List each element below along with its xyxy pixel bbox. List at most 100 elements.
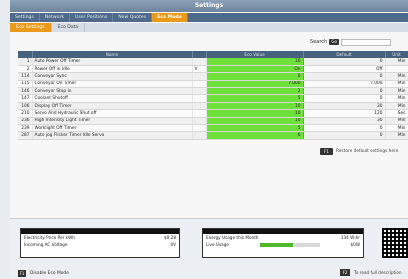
tab-settings[interactable]: Settings (10, 13, 40, 22)
qr-code-image (382, 228, 408, 258)
window-title: Settings (10, 0, 408, 12)
subtab-eco-settings[interactable]: Eco Settings (10, 23, 52, 32)
row-value-cell[interactable]: 5 (206, 124, 304, 133)
row-default: 7.000 (303, 80, 386, 89)
electricity-price-label: Electricity Price Per kWh (24, 235, 75, 240)
row-flag (192, 102, 207, 111)
table-header-row: Name Eco Value Default Unit (18, 51, 408, 58)
table-row[interactable]: 146 Conveyor Stop In 2 0 Min (18, 87, 408, 96)
row-id: 2 (18, 65, 33, 74)
table-row[interactable]: 1 Auto Power Off Timer 10 0 Min (18, 58, 408, 66)
column-header: Default (303, 51, 386, 58)
row-id: 239 (18, 124, 33, 133)
row-default: 120 (303, 109, 386, 118)
restore-defaults-row: F1 Restore default settings here (320, 148, 398, 155)
row-unit: Min (385, 102, 408, 111)
row-unit: Min (385, 80, 408, 89)
disable-eco-button[interactable]: F1 (18, 269, 26, 277)
row-unit: Min (385, 58, 408, 66)
row-flag (192, 131, 207, 140)
row-unit: Min (385, 124, 408, 133)
help-label: To read full description (354, 270, 402, 275)
row-id: 210 (18, 109, 33, 118)
row-id: 115 (18, 80, 33, 89)
energy-usage-value: 134 W-hr (340, 235, 360, 240)
row-flag: V (192, 65, 207, 74)
tab-user-positions[interactable]: User Positions (70, 13, 114, 22)
row-default: 0 (303, 131, 386, 140)
table-row[interactable]: 210 Servo And Hydraulic Shut off 10 120 Sec (18, 109, 408, 118)
row-value-cell[interactable]: 0 (206, 72, 304, 81)
row-value-cell[interactable]: 10 (206, 58, 304, 66)
row-default: 0 (303, 124, 386, 133)
row-name: Conveyor Stop In (32, 87, 193, 96)
row-value-cell[interactable]: 5 (206, 94, 304, 103)
row-name: Servo And Hydraulic Shut off (32, 109, 193, 118)
electricity-panel: Electricity Price Per kWh $0.28 Incoming… (20, 228, 180, 258)
sub-tabs: Eco Settings Eco Data (10, 23, 408, 32)
table-row[interactable]: 239 Worklight Off Timer 5 0 Min (18, 124, 408, 133)
row-name: Conveyor On Timer (32, 80, 193, 89)
help-button[interactable]: F2 (340, 269, 350, 276)
row-id: 287 (18, 131, 33, 140)
restore-defaults-button[interactable]: F1 (320, 148, 333, 155)
row-id: 114 (18, 72, 33, 81)
table-row[interactable]: 114 Conveyor Sync 0 0 Min (18, 72, 408, 81)
tab-eco-mode[interactable]: Eco Mode (152, 13, 188, 22)
row-value-cell[interactable]: 6 (206, 131, 304, 140)
table-row[interactable]: 147 Coolant Shutoff 5 0 Min (18, 94, 408, 103)
row-name: Conveyor Sync (32, 72, 193, 81)
row-flag (192, 117, 207, 126)
row-flag (192, 80, 207, 89)
row-value-cell[interactable]: 7.000 (206, 80, 304, 89)
row-name: Power Off in Idle (32, 65, 193, 74)
row-id: 146 (18, 87, 33, 96)
ac-voltage-label: Incoming AC Voltage (24, 242, 68, 247)
column-header: Unit (385, 51, 408, 58)
row-flag (192, 87, 207, 96)
row-value-cell[interactable]: 10 (206, 102, 304, 111)
search-row: Search Go (310, 38, 392, 46)
panel-row: Incoming AC Voltage 0V (21, 241, 179, 248)
row-name: Coolant Shutoff (32, 94, 193, 103)
row-unit: Min (385, 94, 408, 103)
energy-panel: Energy Usage this Month 134 W-hr Live Us… (202, 228, 364, 258)
row-unit: Min (385, 72, 408, 81)
electricity-price-value[interactable]: $0.28 (164, 235, 176, 240)
row-id: 106 (18, 102, 33, 111)
row-default: 0 (303, 87, 386, 96)
search-input[interactable] (341, 38, 392, 46)
table-row[interactable]: 236 High Intensity Light Timer 10 30 Min (18, 117, 408, 126)
column-header (192, 51, 207, 58)
search-button[interactable]: Go (329, 39, 340, 45)
row-default: Off (303, 65, 386, 74)
tab-new-quotes[interactable]: New Quotes (113, 13, 153, 22)
tab-network[interactable]: Network (40, 13, 71, 22)
subtab-eco-data[interactable]: Eco Data (52, 23, 86, 32)
row-unit: Min (385, 131, 408, 140)
row-name: Worklight Off Timer (32, 124, 193, 133)
energy-usage-label: Energy Usage this Month (206, 235, 259, 240)
row-unit (385, 65, 408, 74)
table-row[interactable]: 287 Auto jog Flicker Timer Idle Servo 6 0 Mi… (18, 131, 408, 140)
ac-voltage-value: 0V (170, 242, 176, 247)
row-default: 0 (303, 58, 386, 66)
row-unit: Min (385, 87, 408, 96)
column-header: Eco Value (206, 51, 304, 58)
live-usage-fill (259, 242, 293, 247)
row-id: 236 (18, 117, 33, 126)
table-row[interactable]: 115 Conveyor On Timer 7.000 7.000 Min (18, 80, 408, 89)
row-unit: Sec (385, 109, 408, 118)
disable-eco-label: Disable Eco Mode (30, 270, 69, 276)
table-row[interactable]: 106 Display Off Timer 10 30 Min (18, 102, 408, 111)
live-usage-label: Live Usage (206, 242, 229, 247)
eco-settings-table: Name Eco Value Default Unit 1 Auto Power … (18, 51, 408, 140)
main-tabs: Settings Network User Positions New Quotes E… (10, 13, 408, 22)
table-row[interactable]: 2 Power Off in Idle V On Off (18, 65, 408, 74)
row-value-cell[interactable]: 2 (206, 87, 304, 96)
row-flag (192, 109, 207, 118)
row-value-cell[interactable]: On (206, 65, 304, 74)
row-flag (192, 72, 207, 81)
row-value-cell[interactable]: 10 (206, 109, 304, 118)
row-value-cell[interactable]: 10 (206, 117, 304, 126)
